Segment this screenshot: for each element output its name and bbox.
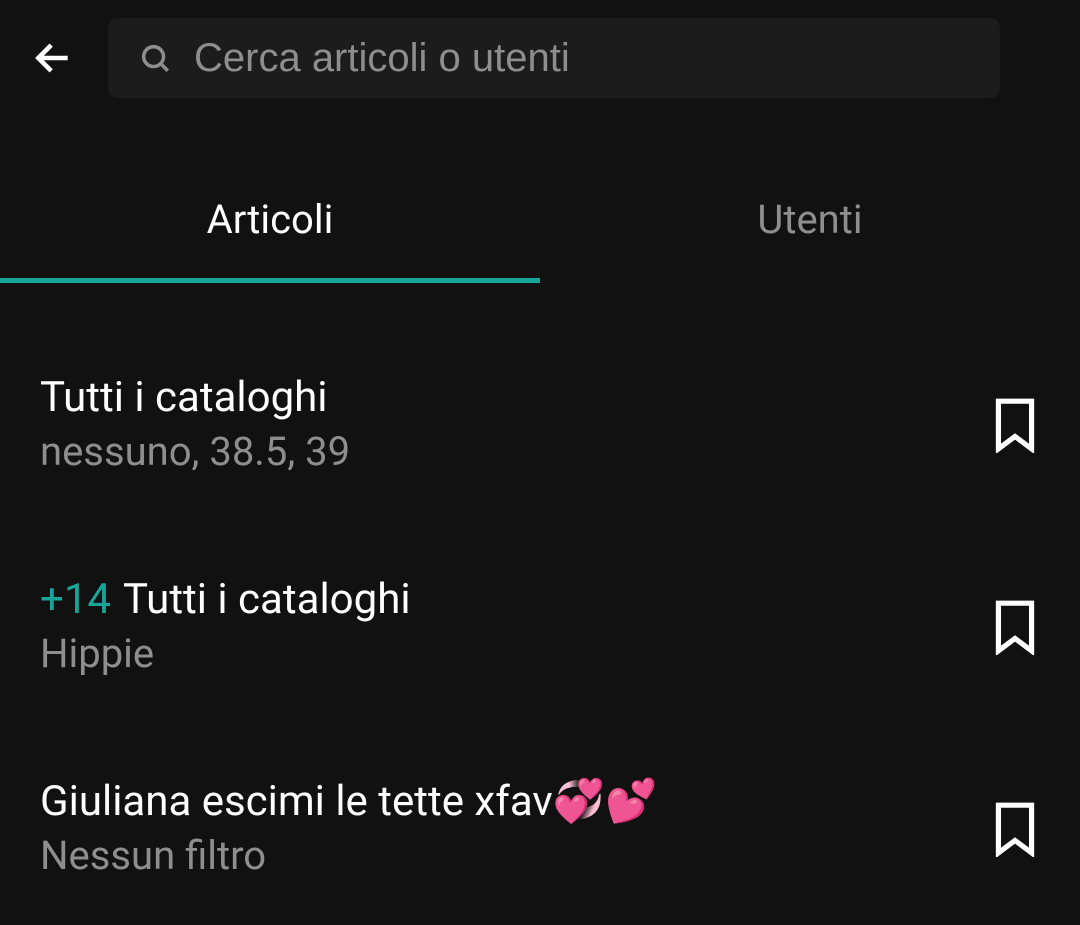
tab-users[interactable]: Utenti [540,166,1080,283]
item-title: Giuliana escimi le tette xfav💞💕 [40,777,960,826]
tab-indicator [0,278,540,283]
search-list: Tutti i cataloghi nessuno, 38.5, 39 +14 … [0,283,1080,909]
bookmark-icon [990,799,1040,857]
list-item-content: Giuliana escimi le tette xfav💞💕 Nessun f… [40,777,960,879]
search-input[interactable] [194,36,970,81]
bookmark-icon [990,395,1040,453]
tab-articles[interactable]: Articoli [0,166,540,283]
bookmark-button[interactable] [990,395,1040,453]
item-title-text: Tutti i cataloghi [40,373,328,422]
list-item[interactable]: Tutti i cataloghi nessuno, 38.5, 39 [40,343,1040,505]
item-subtitle: nessuno, 38.5, 39 [40,428,960,475]
arrow-left-icon [31,36,75,80]
item-badge: +14 [40,575,111,624]
list-item-content: +14 Tutti i cataloghi Hippie [40,575,960,677]
search-bar[interactable] [108,18,1000,98]
item-title: +14 Tutti i cataloghi [40,575,960,624]
item-subtitle: Nessun filtro [40,832,960,879]
bookmark-button[interactable] [990,799,1040,857]
item-subtitle: Hippie [40,630,960,677]
search-icon [138,41,172,75]
item-title-text: Tutti i cataloghi [123,575,411,624]
bookmark-icon [990,597,1040,655]
item-title-text: Giuliana escimi le tette xfav💞💕 [40,777,657,826]
list-item[interactable]: Giuliana escimi le tette xfav💞💕 Nessun f… [40,747,1040,909]
list-item-content: Tutti i cataloghi nessuno, 38.5, 39 [40,373,960,475]
back-button[interactable] [28,33,78,83]
item-title: Tutti i cataloghi [40,373,960,422]
header [0,0,1080,116]
list-item[interactable]: +14 Tutti i cataloghi Hippie [40,545,1040,707]
bookmark-button[interactable] [990,597,1040,655]
tabs: Articoli Utenti [0,166,1080,283]
